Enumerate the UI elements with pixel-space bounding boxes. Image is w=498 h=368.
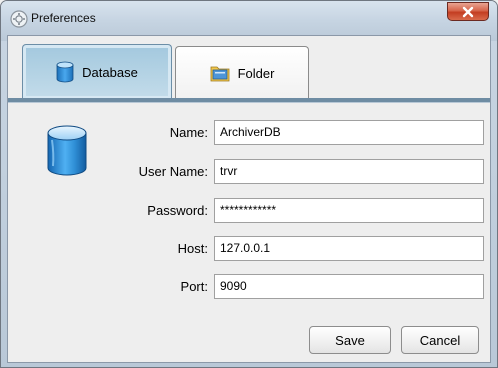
password-field[interactable]: ************ <box>214 198 484 223</box>
folder-icon <box>210 66 229 82</box>
password-label: Password: <box>147 203 208 218</box>
preferences-window: Preferences Database Folder Name: Archiv… <box>0 0 498 368</box>
database-icon <box>56 61 74 83</box>
close-button[interactable] <box>447 2 489 21</box>
tab-folder-label: Folder <box>237 65 275 81</box>
tab-strip: Database Folder <box>8 36 490 103</box>
tab-folder[interactable]: Folder <box>175 46 309 99</box>
window-title: Preferences <box>31 11 96 25</box>
port-label: Port: <box>180 279 208 294</box>
name-label: Name: <box>169 125 208 140</box>
tab-database[interactable]: Database <box>22 44 172 99</box>
cancel-button[interactable]: Cancel <box>401 326 479 354</box>
save-button[interactable]: Save <box>309 326 391 354</box>
name-field[interactable]: ArchiverDB <box>214 120 484 145</box>
user-name-field[interactable]: trvr <box>214 159 484 184</box>
close-icon <box>462 6 474 17</box>
database-icon <box>47 125 87 176</box>
tab-divider <box>8 98 490 103</box>
host-label: Host: <box>177 241 208 256</box>
host-field[interactable]: 127.0.0.1 <box>214 236 484 261</box>
port-field[interactable]: 9090 <box>214 274 484 299</box>
dialog-body: Database Folder Name: ArchiverDB User Na… <box>7 35 491 363</box>
gear-icon <box>10 10 28 28</box>
tab-database-label: Database <box>82 64 138 80</box>
user-name-label: User Name: <box>138 164 208 179</box>
